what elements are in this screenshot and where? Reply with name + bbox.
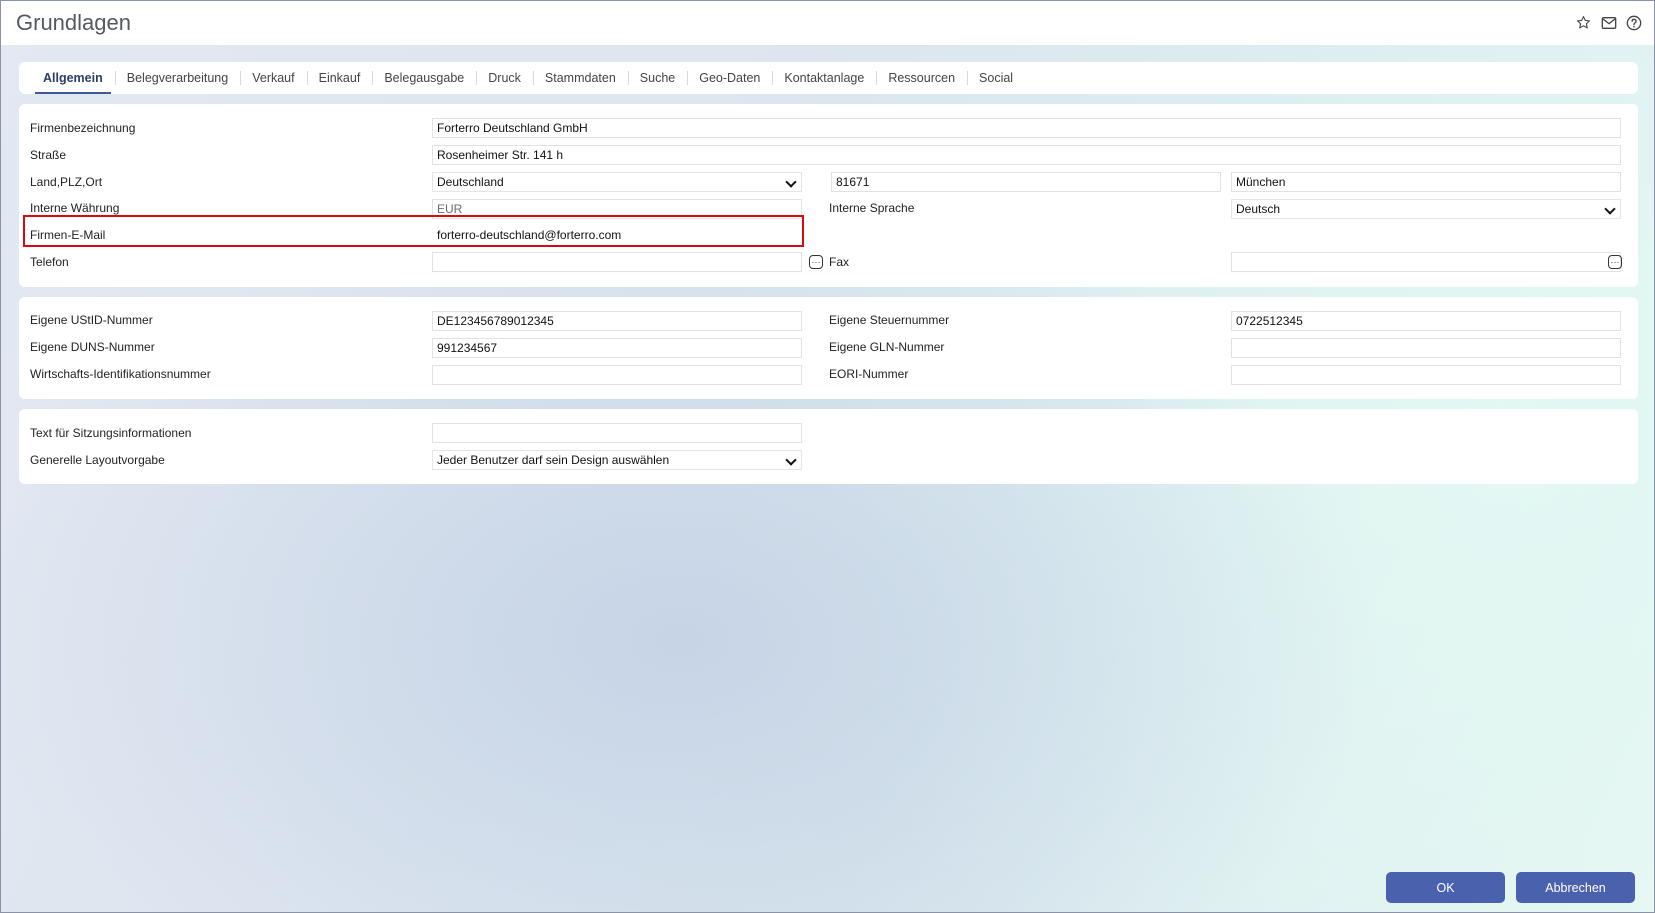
window-title: Grundlagen xyxy=(16,10,131,35)
layout-label: Generelle Layoutvorgabe xyxy=(30,453,165,467)
company-name-label: Firmenbezeichnung xyxy=(30,121,136,135)
zip-field[interactable]: 81671 xyxy=(831,172,1221,192)
tab-suche[interactable]: Suche xyxy=(627,62,687,94)
fax-field[interactable] xyxy=(1231,252,1621,272)
vat-field[interactable]: DE123456789012345 xyxy=(432,311,802,331)
tab-ressourcen[interactable]: Ressourcen xyxy=(876,62,967,94)
tab-druck[interactable]: Druck xyxy=(476,62,533,94)
phone-field[interactable] xyxy=(432,252,802,272)
tax-label: Eigene Steuernummer xyxy=(829,313,950,327)
tab-einkauf[interactable]: Einkauf xyxy=(306,62,373,94)
layout-select[interactable]: Jeder Benutzer darf sein Design auswähle… xyxy=(432,450,802,470)
language-label: Interne Sprache xyxy=(829,201,915,215)
tab-bar: Allgemein Belegverarbeitung Verkauf Eink… xyxy=(19,62,1638,94)
email-field[interactable]: forterro-deutschland@forterro.com xyxy=(432,225,802,245)
tab-verkauf[interactable]: Verkauf xyxy=(240,62,306,94)
mail-icon[interactable] xyxy=(1600,14,1617,31)
company-name-field[interactable]: Forterro Deutschland GmbH xyxy=(432,118,1621,138)
title-bar: Grundlagen xyxy=(1,1,1654,45)
tab-belegverarbeitung[interactable]: Belegverarbeitung xyxy=(114,62,240,94)
location-label: Land,PLZ,Ort xyxy=(30,175,103,189)
tab-allgemein[interactable]: Allgemein xyxy=(31,62,115,94)
wid-field[interactable] xyxy=(432,365,802,385)
title-icons xyxy=(1575,14,1642,31)
fax-more-icon[interactable]: ··· xyxy=(1608,255,1622,269)
duns-label: Eigene DUNS-Nummer xyxy=(30,340,155,354)
session-text-label: Text für Sitzungsinformationen xyxy=(30,426,192,440)
gln-field[interactable] xyxy=(1231,338,1621,358)
duns-field[interactable]: 991234567 xyxy=(432,338,802,358)
company-panel: Firmenbezeichnung Forterro Deutschland G… xyxy=(19,104,1638,287)
tab-kontaktanlage[interactable]: Kontaktanlage xyxy=(772,62,876,94)
phone-label: Telefon xyxy=(30,255,69,269)
eori-field[interactable] xyxy=(1231,365,1621,385)
eori-label: EORI-Nummer xyxy=(829,367,909,381)
wid-label: Wirtschafts-Identifikationsnummer xyxy=(30,367,211,381)
session-panel: Text für Sitzungsinformationen Generelle… xyxy=(19,409,1638,484)
tab-stammdaten[interactable]: Stammdaten xyxy=(532,62,628,94)
currency-label: Interne Währung xyxy=(30,201,120,215)
fax-label: Fax xyxy=(829,255,850,269)
session-text-field[interactable] xyxy=(432,423,802,443)
street-label: Straße xyxy=(30,148,67,162)
cancel-button[interactable]: Abbrechen xyxy=(1516,872,1635,903)
help-icon[interactable] xyxy=(1625,14,1642,31)
ids-panel: Eigene UStID-Nummer DE123456789012345 Ei… xyxy=(19,297,1638,399)
vat-label: Eigene UStID-Nummer xyxy=(30,313,153,327)
tab-geo-daten[interactable]: Geo-Daten xyxy=(687,62,772,94)
currency-field: EUR xyxy=(432,199,802,219)
ok-button[interactable]: OK xyxy=(1386,872,1505,903)
tab-social[interactable]: Social xyxy=(967,62,1025,94)
tab-belegausgabe[interactable]: Belegausgabe xyxy=(372,62,476,94)
street-field[interactable]: Rosenheimer Str. 141 h xyxy=(432,145,1621,165)
tax-field[interactable]: 0722512345 xyxy=(1231,311,1621,331)
phone-more-icon[interactable]: ··· xyxy=(809,255,823,269)
gln-label: Eigene GLN-Nummer xyxy=(829,340,945,354)
email-label: Firmen-E-Mail xyxy=(30,228,106,242)
city-field[interactable]: München xyxy=(1231,172,1621,192)
star-icon[interactable] xyxy=(1575,14,1592,31)
country-select[interactable]: Deutschland xyxy=(432,172,802,192)
language-select[interactable]: Deutsch xyxy=(1231,199,1621,219)
